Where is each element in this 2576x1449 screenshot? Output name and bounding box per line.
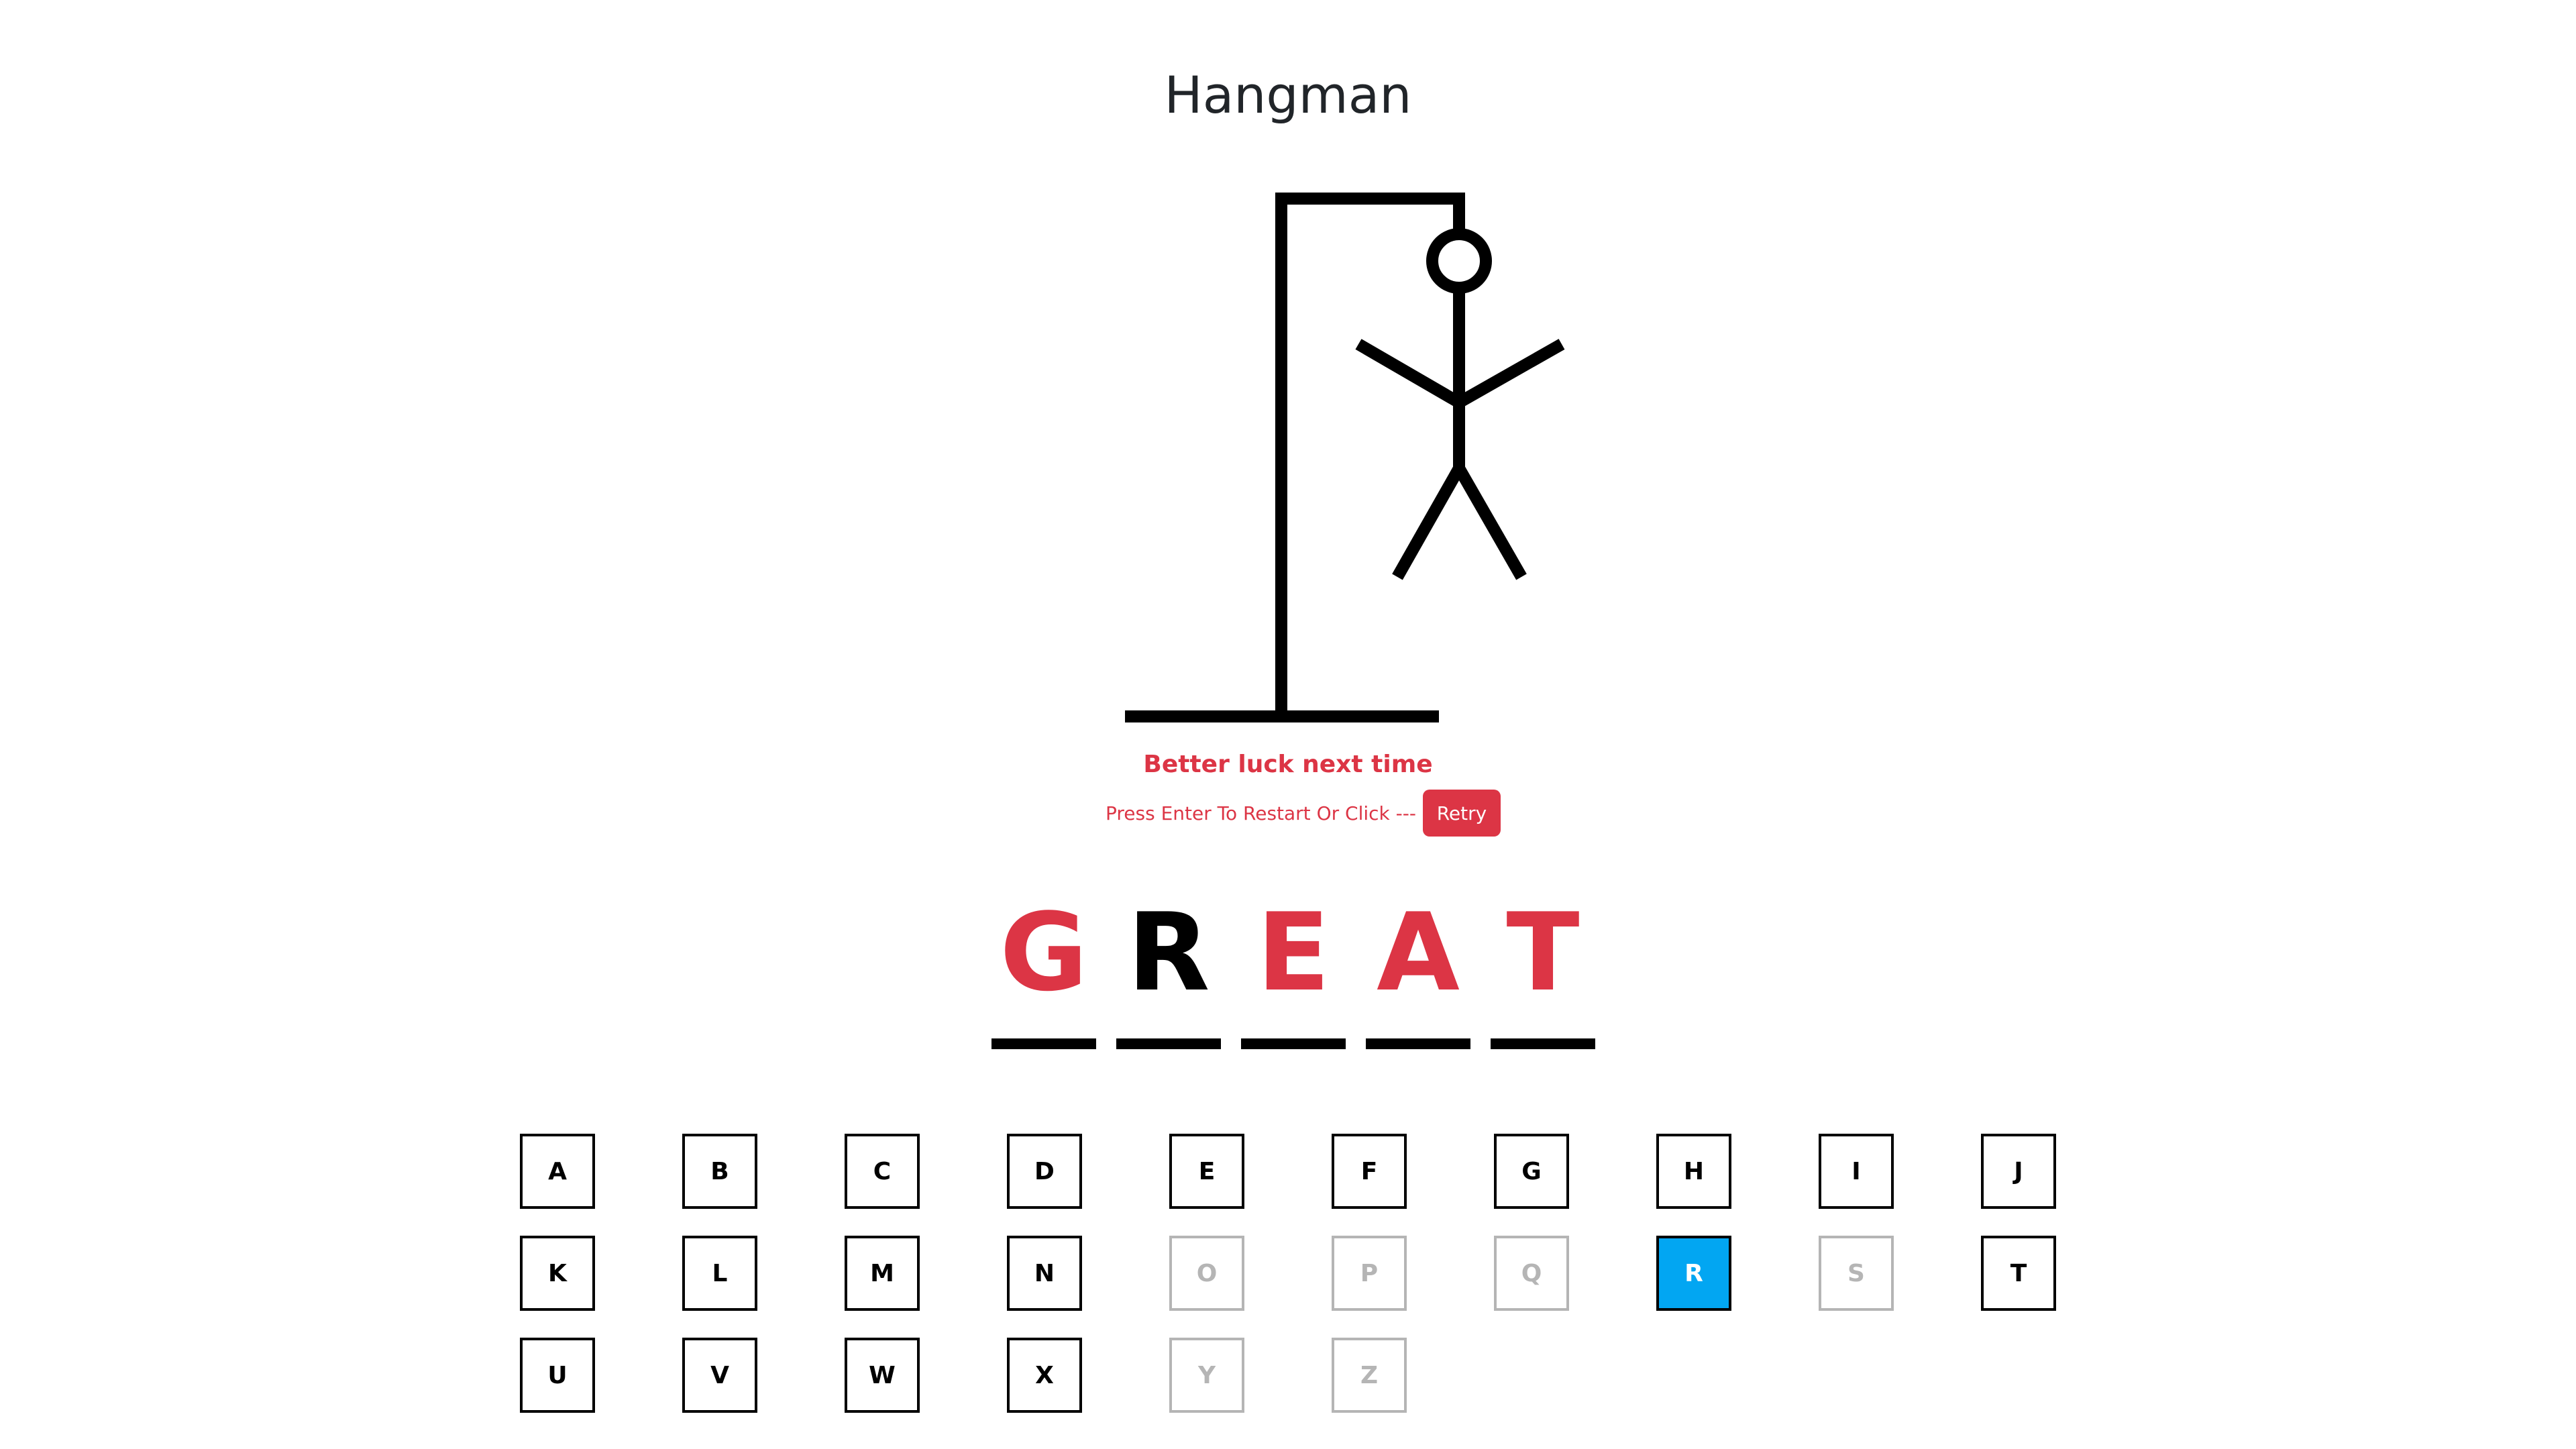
letter-key-u[interactable]: U — [520, 1338, 595, 1413]
letter-key-j[interactable]: J — [1981, 1134, 2056, 1209]
stickman-left-arm — [1355, 339, 1462, 408]
word-letter-underline — [1491, 1038, 1595, 1049]
letter-keyboard: A B C D E F G H I J K L M N O P Q R S T U V W X Y Z — [520, 1134, 2056, 1413]
page-title: Hangman — [1164, 65, 1412, 125]
stickman-right-leg — [1454, 465, 1527, 580]
letter-key-p: P — [1332, 1236, 1407, 1311]
letter-key-e[interactable]: E — [1169, 1134, 1244, 1209]
letter-key-y: Y — [1169, 1338, 1244, 1413]
letter-key-h[interactable]: H — [1656, 1134, 1731, 1209]
word-letter-slot: E — [1241, 899, 1346, 1049]
word-letter: E — [1256, 890, 1330, 1015]
word-letter-slot: A — [1366, 899, 1470, 1049]
stickman-head — [1426, 228, 1492, 294]
word-letter: A — [1377, 890, 1460, 1015]
letter-key-n[interactable]: N — [1007, 1236, 1082, 1311]
restart-row: Press Enter To Restart Or Click --- Retr… — [1106, 789, 1501, 837]
letter-key-a[interactable]: A — [520, 1134, 595, 1209]
word-letter: G — [1000, 890, 1088, 1015]
word-letter: R — [1127, 890, 1210, 1015]
letter-key-t[interactable]: T — [1981, 1236, 2056, 1311]
word-display: GREAT — [991, 899, 1595, 1049]
word-letter-slot: T — [1491, 899, 1595, 1049]
letter-key-s: S — [1819, 1236, 1894, 1311]
word-letter-underline — [1366, 1038, 1470, 1049]
word-letter: T — [1506, 890, 1580, 1015]
word-letter-underline — [991, 1038, 1096, 1049]
retry-button[interactable]: Retry — [1422, 790, 1501, 837]
letter-key-d[interactable]: D — [1007, 1134, 1082, 1209]
stickman-right-arm — [1456, 339, 1565, 408]
letter-key-k[interactable]: K — [520, 1236, 595, 1311]
letter-key-g[interactable]: G — [1494, 1134, 1569, 1209]
stickman-left-leg — [1392, 465, 1464, 580]
letter-key-i[interactable]: I — [1819, 1134, 1894, 1209]
letter-key-x[interactable]: X — [1007, 1338, 1082, 1413]
letter-key-o: O — [1169, 1236, 1244, 1311]
word-letter-underline — [1241, 1038, 1346, 1049]
hangman-page: Hangman Better luck next time Press Ente… — [0, 0, 2576, 1449]
game-over-message: Better luck next time — [1143, 751, 1433, 778]
letter-key-b[interactable]: B — [682, 1134, 757, 1209]
letter-key-f[interactable]: F — [1332, 1134, 1407, 1209]
letter-key-l[interactable]: L — [682, 1236, 757, 1311]
letter-key-r: R — [1656, 1236, 1731, 1311]
word-letter-underline — [1116, 1038, 1221, 1049]
letter-key-c[interactable]: C — [845, 1134, 920, 1209]
letter-key-q: Q — [1494, 1236, 1569, 1311]
word-letter-slot: G — [991, 899, 1096, 1049]
letter-key-z: Z — [1332, 1338, 1407, 1413]
letter-key-w[interactable]: W — [845, 1338, 920, 1413]
word-letter-slot: R — [1116, 899, 1221, 1049]
restart-hint: Press Enter To Restart Or Click --- — [1106, 802, 1416, 824]
letter-key-v[interactable]: V — [682, 1338, 757, 1413]
letter-key-m[interactable]: M — [845, 1236, 920, 1311]
